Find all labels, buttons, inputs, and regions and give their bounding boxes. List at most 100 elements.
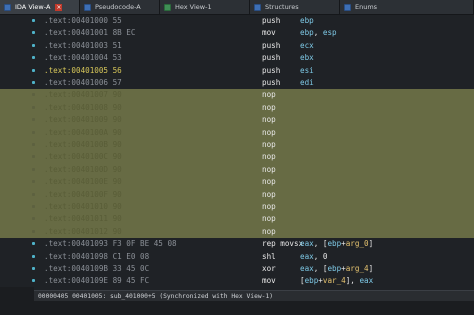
- register-operand[interactable]: esp: [323, 28, 337, 37]
- register-operand[interactable]: ebp: [327, 239, 341, 248]
- listing-row[interactable]: .text:00401009 90 nop: [0, 114, 474, 127]
- breakpoint-bullet-icon[interactable]: [32, 19, 35, 22]
- instruction-mnemonic: nop: [262, 152, 276, 162]
- register-operand[interactable]: ebp: [300, 16, 314, 25]
- register-operand[interactable]: edi: [300, 78, 314, 87]
- register-operand[interactable]: ecx: [300, 41, 314, 50]
- breakpoint-bullet-icon[interactable]: [32, 93, 35, 97]
- breakpoint-bullet-icon[interactable]: [32, 105, 35, 109]
- instruction-mnemonic: nop: [262, 102, 276, 112]
- register-operand[interactable]: ebp: [327, 264, 341, 273]
- instruction-address: .text:0040100E 90: [44, 177, 122, 187]
- tab-structures[interactable]: structures-icon Structures: [250, 0, 340, 14]
- variable-operand[interactable]: var_4: [323, 276, 346, 285]
- instruction-address: .text:00401001 8B EC: [44, 28, 136, 38]
- register-operand[interactable]: eax: [300, 264, 314, 273]
- breakpoint-bullet-icon[interactable]: [32, 81, 35, 84]
- register-operand[interactable]: eax: [300, 252, 314, 261]
- instruction-address: .text:00401005 56: [44, 65, 122, 75]
- listing-row[interactable]: .text:00401093 F3 0F BE 45 08 rep movsx ea…: [0, 238, 474, 250]
- instruction-address: .text:00401000 55: [44, 16, 122, 25]
- disassembly-listing[interactable]: .text:00401000 55 push ebp .text:00401001 8…: [0, 15, 474, 287]
- breakpoint-bullet-icon[interactable]: [32, 130, 35, 134]
- tab-label: Hex View-1: [175, 3, 212, 11]
- instruction-mnemonic: nop: [262, 164, 276, 174]
- breakpoint-bullet-icon[interactable]: [32, 242, 35, 246]
- register-operand[interactable]: esi: [300, 66, 314, 75]
- instruction-mnemonic: push: [262, 16, 281, 25]
- breakpoint-bullet-icon[interactable]: [32, 143, 35, 146]
- breakpoint-bullet-icon[interactable]: [32, 167, 35, 171]
- register-operand[interactable]: eax: [359, 276, 373, 285]
- listing-icon: listing-icon: [4, 3, 11, 11]
- listing-row[interactable]: .text:0040100B 90 nop: [0, 139, 474, 152]
- breakpoint-bullet-icon[interactable]: [32, 279, 35, 283]
- listing-row[interactable]: .text:00401098 C1 E0 08 shl eax, 0: [0, 251, 474, 263]
- listing-row[interactable]: .text:00401003 51 push ecx: [0, 40, 474, 52]
- breakpoint-bullet-icon[interactable]: [32, 267, 35, 270]
- instruction-mnemonic: push: [262, 65, 281, 75]
- listing-row[interactable]: .text:0040100D 90 nop: [0, 163, 474, 177]
- listing-row[interactable]: .text:0040100A 90 nop: [0, 126, 474, 139]
- instruction-operands: ebp: [300, 15, 314, 27]
- register-operand[interactable]: eax: [300, 239, 314, 248]
- bottom-panel: [34, 301, 474, 315]
- breakpoint-bullet-icon[interactable]: [32, 217, 35, 221]
- tab-hex-view-1[interactable]: hex-icon Hex View-1: [160, 0, 250, 14]
- listing-row[interactable]: .text:0040100E 90 nop: [0, 176, 474, 189]
- instruction-mnemonic: xor: [262, 264, 276, 273]
- listing-row[interactable]: .text:00401010 90 nop: [0, 201, 474, 214]
- listing-row[interactable]: .text:0040100C 90 nop: [0, 151, 474, 164]
- listing-row[interactable]: .text:00401004 53 push ebx: [0, 52, 474, 64]
- tab-enums[interactable]: enums-icon Enums: [340, 0, 474, 14]
- breakpoint-bullet-icon[interactable]: [32, 118, 35, 122]
- breakpoint-bullet-icon[interactable]: [32, 43, 35, 47]
- variable-operand[interactable]: arg_0: [346, 239, 369, 248]
- breakpoint-bullet-icon[interactable]: [32, 229, 35, 233]
- listing-row[interactable]: .text:0040100F 90 nop: [0, 188, 474, 201]
- tab-label: Enums: [355, 3, 378, 11]
- instruction-address: .text:0040100D 90: [44, 164, 122, 174]
- register-operand[interactable]: ebp: [305, 276, 319, 285]
- instruction-mnemonic: mov: [262, 28, 276, 38]
- instruction-address: .text:0040109E 89 45 FC: [44, 276, 150, 286]
- operand-text: ],: [345, 276, 360, 286]
- instruction-operands: edi: [300, 77, 314, 89]
- listing-row[interactable]: .text:0040109E 89 45 FC mov [ebp+var_4], e…: [0, 275, 474, 287]
- variable-operand[interactable]: arg_4: [346, 264, 369, 273]
- register-operand[interactable]: ebp: [300, 28, 314, 37]
- instruction-mnemonic: mov: [262, 276, 276, 286]
- instruction-address: .text:0040109B 33 45 0C: [44, 264, 150, 273]
- breakpoint-bullet-icon[interactable]: [32, 68, 35, 72]
- breakpoint-bullet-icon[interactable]: [32, 31, 35, 35]
- instruction-mnemonic: nop: [262, 214, 276, 224]
- close-icon[interactable]: ×: [55, 3, 63, 11]
- listing-row[interactable]: .text:00401001 8B EC mov ebp, esp: [0, 27, 474, 39]
- structures-icon: structures-icon: [254, 3, 261, 11]
- listing-row[interactable]: .text:00401012 90 nop: [0, 225, 474, 239]
- breakpoint-bullet-icon[interactable]: [32, 155, 35, 159]
- listing-row[interactable]: .text:00401008 90 nop: [0, 101, 474, 115]
- tab-pseudocode-a[interactable]: pseudocode-icon Pseudocode-A: [80, 0, 160, 14]
- instruction-address: .text:0040100B 90: [44, 140, 122, 149]
- listing-row[interactable]: .text:00401007 90 nop: [0, 89, 474, 102]
- breakpoint-bullet-icon[interactable]: [32, 192, 35, 196]
- register-operand[interactable]: ebx: [300, 53, 314, 62]
- breakpoint-bullet-icon[interactable]: [32, 180, 35, 184]
- instruction-mnemonic: nop: [262, 189, 276, 199]
- listing-row[interactable]: .text:00401005 56 push esi: [0, 65, 474, 77]
- breakpoint-bullet-icon[interactable]: [32, 56, 35, 60]
- breakpoint-bullet-icon[interactable]: [32, 254, 35, 258]
- instruction-operands: ecx: [300, 40, 314, 52]
- listing-row[interactable]: .text:00401011 90 nop: [0, 213, 474, 226]
- tab-ida-view-a[interactable]: listing-icon IDA View-A ×: [0, 0, 80, 14]
- listing-row[interactable]: .text:00401006 57 push edi: [0, 77, 474, 89]
- instruction-address: .text:0040100F 90: [44, 189, 122, 199]
- listing-row[interactable]: .text:0040109B 33 45 0C xor eax, [ebp+arg_…: [0, 263, 474, 275]
- operand-text: ]: [368, 239, 374, 249]
- instruction-mnemonic: nop: [262, 127, 276, 137]
- instruction-operands: [ebp+var_4], eax: [300, 275, 373, 287]
- listing-row[interactable]: .text:00401000 55 push ebp: [0, 15, 474, 27]
- breakpoint-bullet-icon[interactable]: [32, 205, 35, 208]
- instruction-mnemonic: nop: [262, 115, 276, 125]
